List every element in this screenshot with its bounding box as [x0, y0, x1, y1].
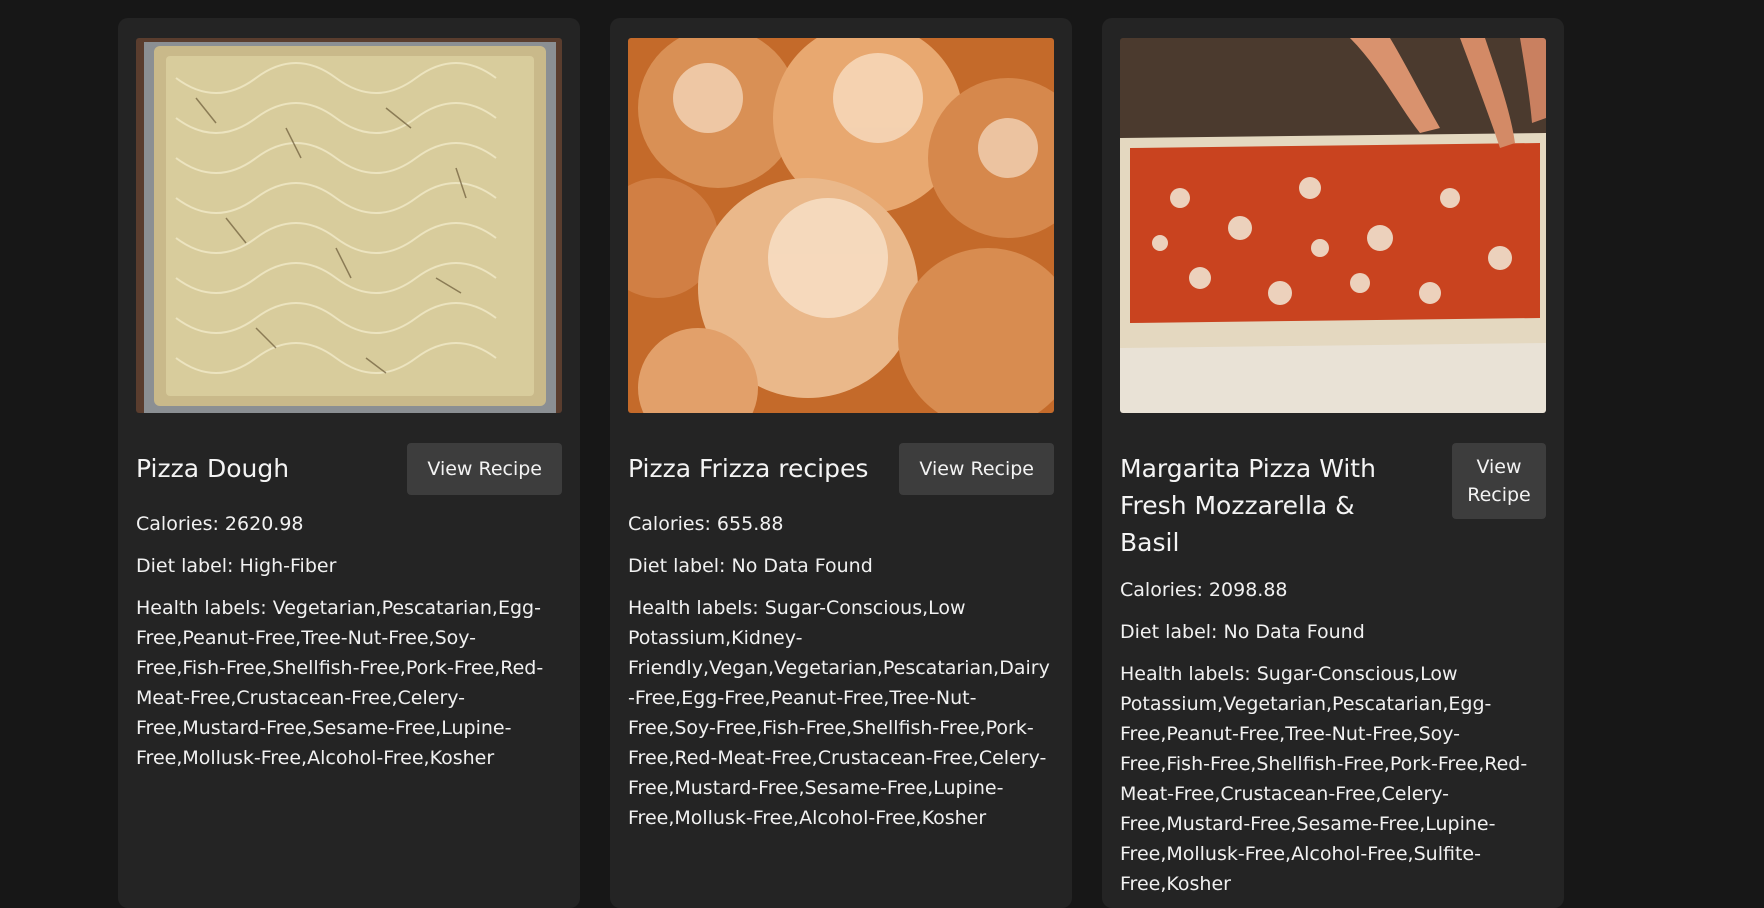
recipe-card: Margarita Pizza With Fresh Mozzarella & …	[1102, 18, 1564, 908]
recipe-calories: Calories: 655.88	[628, 513, 784, 535]
recipe-diet-label: Diet label: No Data Found	[1120, 621, 1365, 643]
recipe-health-labels: Health labels: Vegetarian,Pescatarian,Eg…	[136, 597, 544, 769]
recipe-title: Margarita Pizza With Fresh Mozzarella & …	[1120, 454, 1376, 557]
recipe-diet-label: Diet label: High-Fiber	[136, 555, 337, 577]
recipe-card: Pizza Frizza recipes View Recipe Calorie…	[610, 18, 1072, 908]
recipe-diet-label: Diet label: No Data Found	[628, 555, 873, 577]
view-recipe-button[interactable]: View Recipe	[407, 443, 562, 495]
recipe-image	[1120, 38, 1546, 413]
recipe-image	[628, 38, 1054, 413]
pizza-frizza-photo	[628, 38, 1054, 413]
recipe-header: Margarita Pizza With Fresh Mozzarella & …	[1120, 443, 1546, 561]
recipe-calories: Calories: 2620.98	[136, 513, 304, 535]
recipe-health-labels: Health labels: Sugar-Conscious,Low Potas…	[1120, 663, 1528, 895]
recipe-health-labels: Health labels: Sugar-Conscious,Low Potas…	[628, 597, 1050, 829]
recipe-image	[136, 38, 562, 413]
recipe-title: Pizza Dough	[136, 454, 290, 483]
recipe-calories: Calories: 2098.88	[1120, 579, 1288, 601]
recipe-card: Pizza Dough View Recipe Calories: 2620.9…	[118, 18, 580, 908]
recipe-header: Pizza Dough View Recipe	[136, 443, 562, 495]
view-recipe-button[interactable]: View Recipe	[1452, 443, 1546, 519]
margarita-pizza-photo	[1120, 38, 1546, 413]
view-recipe-button[interactable]: View Recipe	[899, 443, 1054, 495]
recipe-title: Pizza Frizza recipes	[628, 454, 869, 483]
pizza-dough-photo	[136, 38, 562, 413]
recipe-header: Pizza Frizza recipes View Recipe	[628, 443, 1054, 495]
recipe-grid: Pizza Dough View Recipe Calories: 2620.9…	[118, 18, 1564, 908]
